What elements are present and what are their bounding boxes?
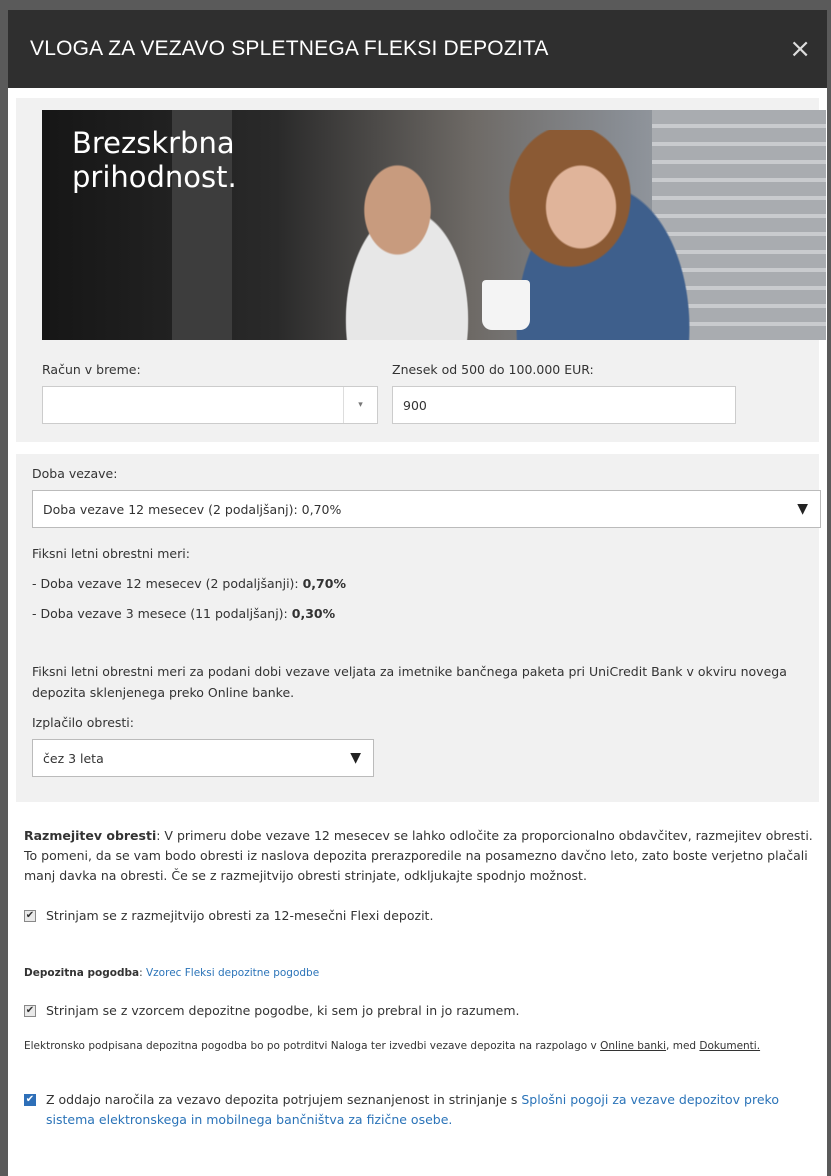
close-icon[interactable]: × [789,36,811,62]
account-amount-row: Račun v breme: ▾ Znesek od 500 do 100.00… [42,362,805,424]
general-terms-consent-row[interactable]: ✔ Z oddajo naročila za vezavo depozita p… [24,1090,824,1130]
split-paragraph: Razmejitev obresti: V primeru dobe vezav… [24,826,814,886]
payout-select[interactable]: čez 3 leta ▼ [32,739,374,777]
amount-input[interactable] [392,386,736,424]
rates-title: Fiksni letni obrestni meri: [32,546,190,561]
payout-label: Izplačilo obresti: [32,715,134,730]
amount-field: Znesek od 500 do 100.000 EUR: [392,362,736,424]
general-terms-checkbox[interactable]: ✔ [24,1094,36,1106]
account-select[interactable]: ▾ [42,386,378,424]
general-terms-text: Z oddajo naročila za vezavo depozita pot… [46,1090,824,1130]
split-checkbox[interactable]: ✔ [24,909,36,922]
triangle-down-icon[interactable]: ▼ [350,750,361,766]
rate-line-3m: - Doba vezave 3 mesece (11 podaljšanj): … [32,606,805,621]
general-terms-prefix: Z oddajo naročila za vezavo depozita pot… [46,1092,522,1107]
contract-sample-link[interactable]: Vzorec Fleksi depozitne pogodbe [146,967,319,979]
rate-line-12m: - Doba vezave 12 mesecev (2 podaljšanji)… [32,576,805,591]
hero-slogan: Brezskrbna prihodnost. [72,126,237,194]
triangle-down-icon[interactable]: ▼ [797,501,808,517]
terms-content: Razmejitev obresti: V primeru dobe vezav… [8,826,827,1130]
contract-consent-row[interactable]: ✔ Strinjam se z vzorcem depozitne pogodb… [24,1003,811,1018]
contract-info-prefix: Elektronsko podpisana depozitna pogodba … [24,1040,601,1052]
deposit-modal: VLOGA ZA VEZAVO SPLETNEGA FLEKSI DEPOZIT… [8,10,827,1176]
hero-slogan-line2: prihodnost. [72,160,237,194]
rate-value: 0,70% [302,576,346,591]
contract-title: Depozitna pogodba [24,967,140,979]
account-label: Račun v breme: [42,362,141,377]
payout-select-value: čez 3 leta [43,750,104,766]
term-label: Doba vezave: [32,466,118,481]
hero-cup [482,280,530,330]
term-select[interactable]: Doba vezave 12 mesecev (2 podaljšanj): 0… [32,490,821,528]
term-panel: Doba vezave: Doba vezave 12 mesecev (2 p… [16,454,821,802]
rate-value: 0,30% [291,606,336,621]
account-amount-panel: Brezskrbna prihodnost. Račun v breme: ▾ … [16,98,826,442]
contract-checkbox[interactable]: ✔ [24,1004,36,1017]
split-consent-row[interactable]: ✔ Strinjam se z razmejitvijo obresti za … [24,908,811,923]
contract-separator: : [139,967,146,979]
contract-checkbox-label: Strinjam se z vzorcem depozitne pogodbe,… [46,1003,520,1018]
hero-banner: Brezskrbna prihodnost. [42,110,826,340]
contract-line: Depozitna pogodba: Vzorec Fleksi depozit… [24,967,811,979]
online-bank-link[interactable]: Online banki [600,1040,666,1052]
split-title: Razmejitev obresti [24,828,157,843]
contract-info-mid: , med [666,1040,700,1052]
hero-slogan-line1: Brezskrbna [72,126,235,160]
modal-header: VLOGA ZA VEZAVO SPLETNEGA FLEKSI DEPOZIT… [8,10,827,88]
rates-note: Fiksni letni obrestni meri za podani dob… [32,664,787,700]
documents-link[interactable]: Dokumenti. [699,1040,760,1052]
modal-title: VLOGA ZA VEZAVO SPLETNEGA FLEKSI DEPOZIT… [30,37,549,60]
chevron-down-icon[interactable]: ▾ [343,387,377,423]
amount-label: Znesek od 500 do 100.000 EUR: [392,362,594,377]
hero-man-figure [312,150,502,340]
account-field: Račun v breme: ▾ [42,362,378,424]
rate-line-text: - Doba vezave 12 mesecev (2 podaljšanji)… [32,576,303,591]
rate-line-text: - Doba vezave 3 mesece (11 podaljšanj): [32,606,292,621]
contract-info: Elektronsko podpisana depozitna pogodba … [24,1040,811,1052]
split-checkbox-label: Strinjam se z razmejitvijo obresti za 12… [46,908,434,923]
term-select-value: Doba vezave 12 mesecev (2 podaljšanj): 0… [43,501,342,517]
